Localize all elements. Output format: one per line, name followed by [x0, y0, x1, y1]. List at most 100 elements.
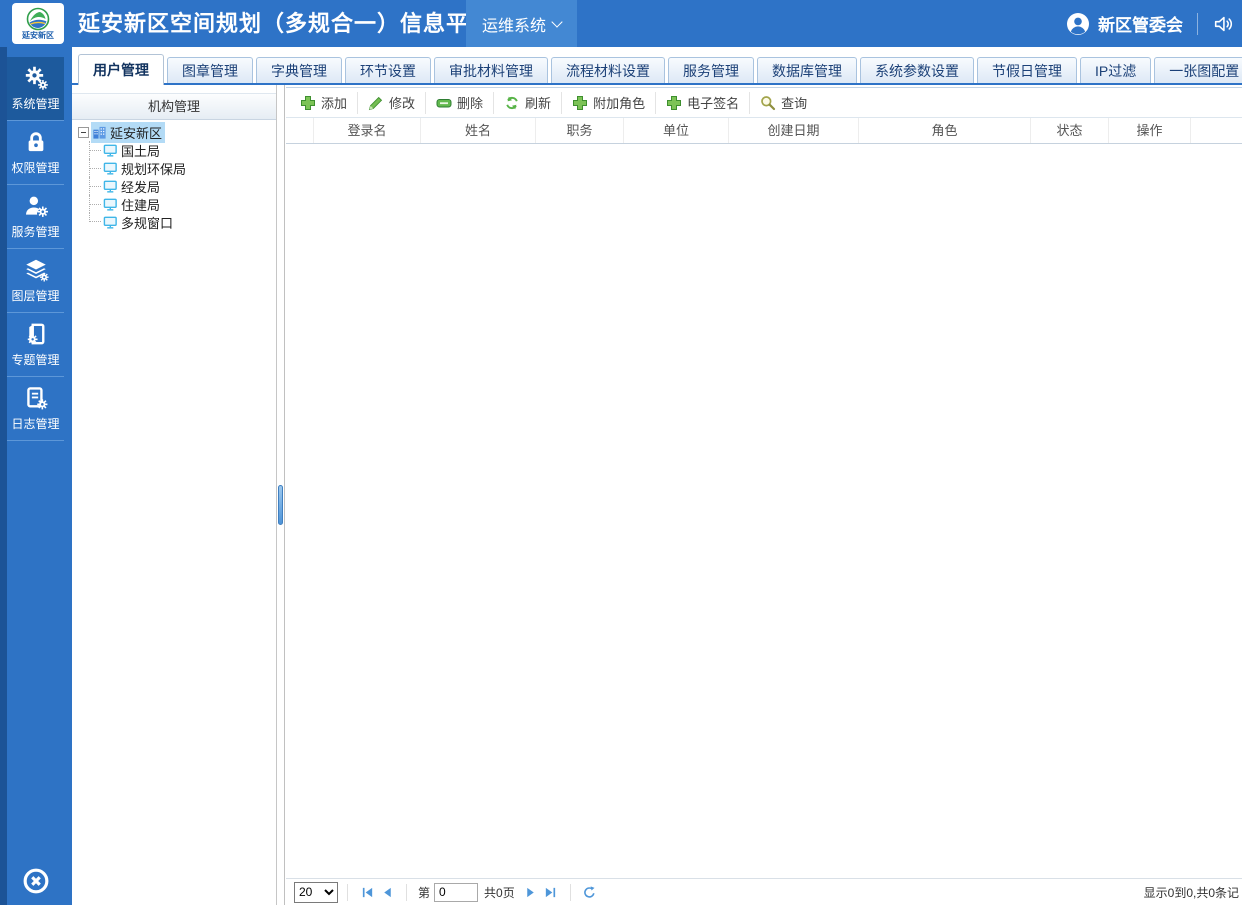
- lock-icon: [28, 132, 43, 152]
- delete-icon: [436, 98, 452, 107]
- e-signature-button[interactable]: 电子签名: [655, 91, 749, 114]
- tree-node-housing-bureau[interactable]: 住建局: [89, 195, 276, 213]
- page-number-input[interactable]: [434, 882, 479, 902]
- tab-holiday-management[interactable]: 节假日管理: [977, 57, 1077, 85]
- tab-process-material-settings[interactable]: 流程材料设置: [551, 57, 665, 85]
- tree-connector: [89, 141, 102, 159]
- chevron-down-icon: [551, 15, 563, 28]
- table-body-empty: [286, 144, 1242, 878]
- page-size-select[interactable]: 20: [294, 881, 338, 903]
- splitter-handle[interactable]: [278, 485, 283, 525]
- tree-node-label: 规划环保局: [121, 161, 187, 177]
- tree-node-label: 延安新区: [110, 125, 163, 141]
- pager-divider: [406, 883, 407, 901]
- monitor-icon: [103, 144, 117, 157]
- tree-connector: [89, 195, 102, 213]
- record-count-status: 显示0到0,共0条记: [1143, 885, 1239, 900]
- tab-dictionary-management[interactable]: 字典管理: [256, 57, 342, 85]
- column-header-create-date: 创建日期: [729, 118, 859, 143]
- monitor-icon: [103, 180, 117, 193]
- expander-icon[interactable]: [78, 126, 89, 138]
- tree-connector: [89, 213, 102, 222]
- gears-icon: [23, 65, 49, 91]
- sidebar-item-permission-management[interactable]: 权限管理: [7, 121, 64, 185]
- prev-page-button[interactable]: [377, 882, 397, 902]
- tabbar-underline: [72, 83, 1242, 85]
- monitor-icon: [103, 162, 117, 175]
- user-name[interactable]: 新区管委会: [1098, 11, 1183, 36]
- next-page-icon: [527, 887, 534, 897]
- tab-step-settings[interactable]: 环节设置: [345, 57, 431, 85]
- tree-node-planning-env-bureau[interactable]: 规划环保局: [89, 159, 276, 177]
- last-page-button[interactable]: [541, 882, 561, 902]
- tree-node-land-bureau[interactable]: 国土局: [89, 141, 276, 159]
- tab-service-management[interactable]: 服务管理: [668, 57, 754, 85]
- tree-node-label: 国土局: [121, 143, 161, 159]
- append-role-icon: [573, 95, 588, 110]
- reload-icon: [584, 885, 595, 898]
- tree-node-label: 经发局: [121, 179, 161, 195]
- sidebar-item-layer-management[interactable]: 图层管理: [7, 249, 64, 313]
- table-header-row: 登录名 姓名 职务 单位 创建日期 角色 状态 操作: [286, 118, 1242, 144]
- append-role-button[interactable]: 附加角色: [561, 91, 655, 114]
- pagination-bar: 20 第 共0页: [286, 878, 1242, 905]
- tree-node-root[interactable]: 延安新区: [78, 121, 276, 143]
- app-logo: 延安新区: [12, 3, 64, 44]
- edit-icon: [368, 96, 383, 110]
- main-panel: 添加 修改 删除 刷新 附加角色 电子签名 查询 登录名 姓名 职务 单位 创建…: [286, 85, 1242, 905]
- logo-emblem-icon: [26, 7, 50, 31]
- tab-user-management[interactable]: 用户管理: [78, 54, 164, 85]
- tree-connector: [89, 159, 102, 177]
- monitor-icon: [103, 198, 117, 211]
- first-page-button[interactable]: [357, 882, 377, 902]
- next-page-button[interactable]: [521, 882, 541, 902]
- last-page-icon: [546, 887, 556, 897]
- delete-button[interactable]: 删除: [425, 91, 493, 114]
- total-pages-label: 共0页: [484, 885, 515, 900]
- tab-ip-filter[interactable]: IP过滤: [1080, 57, 1152, 85]
- tree-node-label: 多规窗口: [121, 215, 174, 231]
- speaker-icon[interactable]: [1212, 13, 1234, 35]
- search-button[interactable]: 查询: [749, 91, 817, 114]
- add-icon: [301, 95, 315, 110]
- column-header-role: 角色: [859, 118, 1031, 143]
- sidebar-item-service-management[interactable]: 服务管理: [7, 185, 64, 249]
- exit-icon: [23, 868, 48, 894]
- panel-splitter: [277, 85, 285, 905]
- logo-text: 延安新区: [22, 31, 54, 40]
- sidebar-item-log-management[interactable]: 日志管理: [7, 377, 64, 441]
- tab-approval-material-management[interactable]: 审批材料管理: [434, 57, 548, 85]
- refresh-button[interactable]: 刷新: [493, 91, 561, 114]
- sidebar: 系统管理 权限管理 服务管理 图层管理 专题管理 日志管理: [0, 47, 72, 905]
- avatar-icon[interactable]: [1066, 12, 1090, 36]
- sidebar-item-theme-management[interactable]: 专题管理: [7, 313, 64, 377]
- system-menu-button[interactable]: 运维系统: [466, 0, 578, 47]
- tree-node-economic-bureau[interactable]: 经发局: [89, 177, 276, 195]
- tree-node-multi-plan-window[interactable]: 多规窗口: [89, 213, 276, 231]
- add-button[interactable]: 添加: [290, 92, 357, 114]
- edit-button[interactable]: 修改: [357, 91, 425, 114]
- page-label: 第: [418, 885, 431, 900]
- tab-one-map-config[interactable]: 一张图配置: [1154, 57, 1242, 85]
- sidebar-collapse-button[interactable]: [7, 867, 64, 895]
- column-header-unit: 单位: [624, 118, 729, 143]
- tab-database-management[interactable]: 数据库管理: [757, 57, 857, 85]
- layers-icon: [25, 259, 49, 283]
- tree-connector: [89, 177, 102, 195]
- tab-seal-management[interactable]: 图章管理: [167, 57, 253, 85]
- reload-button[interactable]: [580, 882, 600, 902]
- column-header-select: [286, 118, 314, 143]
- pager-divider: [347, 883, 348, 901]
- tab-system-parameter-settings[interactable]: 系统参数设置: [860, 57, 974, 85]
- organization-panel-title: 机构管理: [72, 93, 276, 120]
- tree-node-label: 住建局: [121, 197, 161, 213]
- app-header: 延安新区 延安新区空间规划（多规合一）信息平台 运维系统 新区管委会: [0, 0, 1242, 47]
- user-gear-icon: [25, 196, 49, 219]
- column-header-name: 姓名: [421, 118, 536, 143]
- search-icon: [761, 95, 776, 110]
- book-gear-icon: [23, 323, 44, 347]
- module-tabbar: 用户管理 图章管理 字典管理 环节设置 审批材料管理 流程材料设置 服务管理 数…: [72, 47, 1242, 85]
- sidebar-item-system-management[interactable]: 系统管理: [7, 57, 64, 121]
- column-header-login: 登录名: [314, 118, 421, 143]
- building-icon: [93, 126, 106, 139]
